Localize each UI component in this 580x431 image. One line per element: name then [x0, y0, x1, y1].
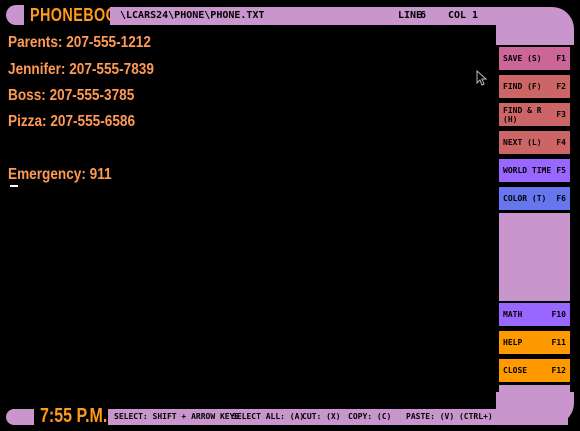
save-key: F1 — [556, 54, 566, 63]
next-label: NEXT (L) — [503, 138, 542, 147]
column-spacer — [499, 213, 570, 301]
cut-hint: CUT: (X) — [302, 412, 341, 421]
color-key: F6 — [556, 194, 566, 203]
help-label: HELP — [503, 338, 523, 347]
column-spacer — [499, 385, 570, 392]
col-value: 1 — [472, 10, 479, 21]
math-button[interactable]: MATH F10 — [499, 301, 570, 326]
help-key: F11 — [551, 338, 566, 347]
copy-hint: COPY: (C) — [348, 412, 392, 421]
top-left-cap — [6, 5, 24, 25]
find-replace-key: F3 — [556, 110, 566, 119]
function-key-column: SAVE (S) F1 FIND (F) F2 FIND & R (H) F3 … — [496, 45, 574, 392]
world-time-button[interactable]: WORLD TIME F5 — [499, 157, 570, 182]
world-time-key: F5 — [556, 166, 566, 175]
find-replace-label: FIND & R (H) — [503, 105, 542, 124]
line-label: LINE — [398, 10, 423, 21]
top-right-elbow — [496, 7, 574, 45]
bottom-left-cap — [6, 409, 34, 425]
close-key: F12 — [551, 366, 566, 375]
math-key: F10 — [551, 310, 566, 319]
editor-line[interactable]: Parents: 207-555-1212 — [8, 34, 151, 52]
line-value: 6 — [420, 10, 427, 21]
next-button[interactable]: NEXT (L) F4 — [499, 129, 570, 154]
color-button[interactable]: COLOR (T) F6 — [499, 185, 570, 210]
paste-hint: PASTE: (V) (CTRL+) — [406, 412, 493, 421]
col-label: COL — [448, 10, 467, 21]
mouse-pointer-icon — [476, 70, 488, 86]
editor-line[interactable]: Emergency: 911 — [8, 166, 112, 184]
save-button[interactable]: SAVE (S) F1 — [499, 45, 570, 70]
close-label: CLOSE — [503, 366, 528, 375]
editor-line[interactable]: Boss: 207-555-3785 — [8, 87, 134, 105]
editor-line[interactable]: Jennifer: 207-555-7839 — [8, 61, 154, 79]
clock: 7:55 P.M. — [40, 405, 108, 427]
editor-line[interactable]: Pizza: 207-555-6586 — [8, 113, 135, 131]
select-all-hint: SELECT ALL: (A) — [232, 412, 305, 421]
select-hint: SELECT: SHIFT + ARROW KEYS — [114, 412, 240, 421]
find-button[interactable]: FIND (F) F2 — [499, 73, 570, 98]
close-button[interactable]: CLOSE F12 — [499, 357, 570, 382]
help-button[interactable]: HELP F11 — [499, 329, 570, 354]
text-cursor — [10, 185, 18, 187]
world-time-label: WORLD TIME — [503, 166, 552, 175]
math-label: MATH — [503, 310, 523, 319]
save-label: SAVE (S) — [503, 54, 542, 63]
next-key: F4 — [556, 138, 566, 147]
color-label: COLOR (T) — [503, 194, 547, 203]
find-replace-button[interactable]: FIND & R (H) F3 — [499, 101, 570, 126]
file-path: \LCARS24\PHONE\PHONE.TXT — [120, 10, 265, 21]
find-key: F2 — [556, 82, 566, 91]
find-label: FIND (F) — [503, 82, 542, 91]
text-editor[interactable]: Parents: 207-555-1212 Jennifer: 207-555-… — [8, 32, 496, 397]
